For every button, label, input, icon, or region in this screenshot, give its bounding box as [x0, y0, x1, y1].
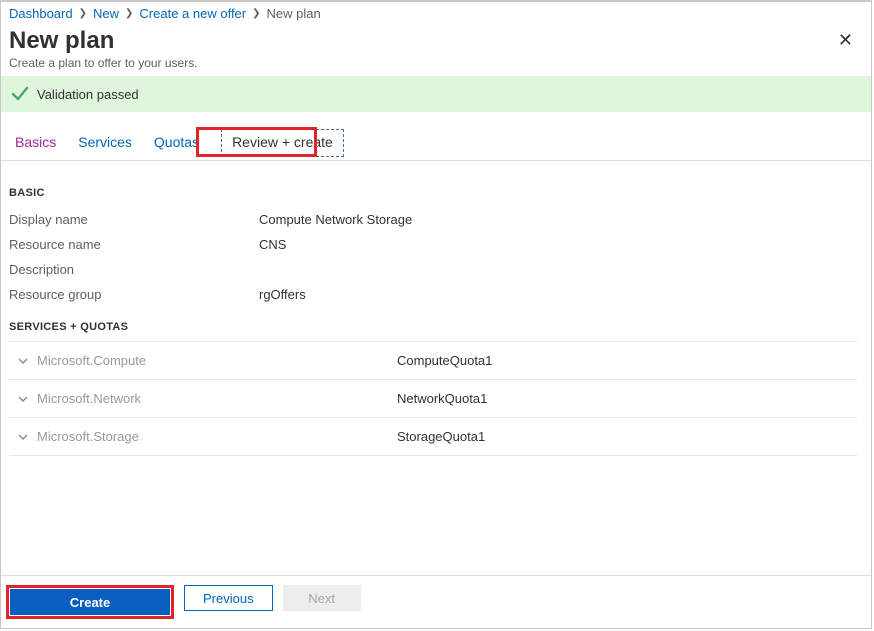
validation-banner: Validation passed [1, 76, 871, 112]
tab-review-create[interactable]: Review + create [221, 129, 344, 157]
footer-bar: Create Previous Next [1, 575, 871, 628]
section-basic-header: BASIC [9, 187, 857, 199]
service-name: Microsoft.Storage [37, 429, 397, 444]
page-title: New plan [9, 27, 198, 55]
label-resource-name: Resource name [9, 237, 259, 252]
chevron-down-icon [9, 393, 37, 405]
highlight-rect: Create [6, 585, 174, 619]
breadcrumb-create-offer[interactable]: Create a new offer [139, 6, 246, 21]
checkmark-icon [11, 85, 29, 103]
breadcrumb: Dashboard ❯ New ❯ Create a new offer ❯ N… [1, 2, 871, 23]
service-name: Microsoft.Compute [37, 353, 397, 368]
next-button: Next [283, 585, 361, 611]
close-icon[interactable]: ✕ [832, 27, 859, 53]
page-subtitle: Create a plan to offer to your users. [9, 56, 198, 70]
validation-message: Validation passed [37, 87, 139, 102]
tab-bar: Basics Services Quotas Review + create [1, 112, 871, 161]
previous-button[interactable]: Previous [184, 585, 273, 611]
quota-name: NetworkQuota1 [397, 391, 487, 406]
label-description: Description [9, 262, 259, 277]
breadcrumb-new[interactable]: New [93, 6, 119, 21]
value-resource-group: rgOffers [259, 287, 306, 302]
value-display-name: Compute Network Storage [259, 212, 412, 227]
section-services-quotas-header: SERVICES + QUOTAS [9, 321, 857, 333]
tab-basics[interactable]: Basics [15, 134, 56, 160]
service-quota-row[interactable]: Microsoft.Storage StorageQuota1 [9, 418, 857, 456]
service-quota-row[interactable]: Microsoft.Network NetworkQuota1 [9, 380, 857, 418]
create-button[interactable]: Create [10, 589, 170, 615]
service-quota-row[interactable]: Microsoft.Compute ComputeQuota1 [9, 342, 857, 380]
tab-services[interactable]: Services [78, 134, 132, 160]
label-resource-group: Resource group [9, 287, 259, 302]
chevron-right-icon: ❯ [250, 8, 262, 19]
chevron-right-icon: ❯ [123, 8, 135, 19]
value-resource-name: CNS [259, 237, 286, 252]
quota-name: StorageQuota1 [397, 429, 485, 444]
chevron-down-icon [9, 355, 37, 367]
tab-quotas[interactable]: Quotas [154, 134, 199, 160]
label-display-name: Display name [9, 212, 259, 227]
quota-name: ComputeQuota1 [397, 353, 492, 368]
service-name: Microsoft.Network [37, 391, 397, 406]
chevron-down-icon [9, 431, 37, 443]
chevron-right-icon: ❯ [77, 8, 89, 19]
breadcrumb-dashboard[interactable]: Dashboard [9, 6, 73, 21]
breadcrumb-current: New plan [267, 6, 321, 21]
